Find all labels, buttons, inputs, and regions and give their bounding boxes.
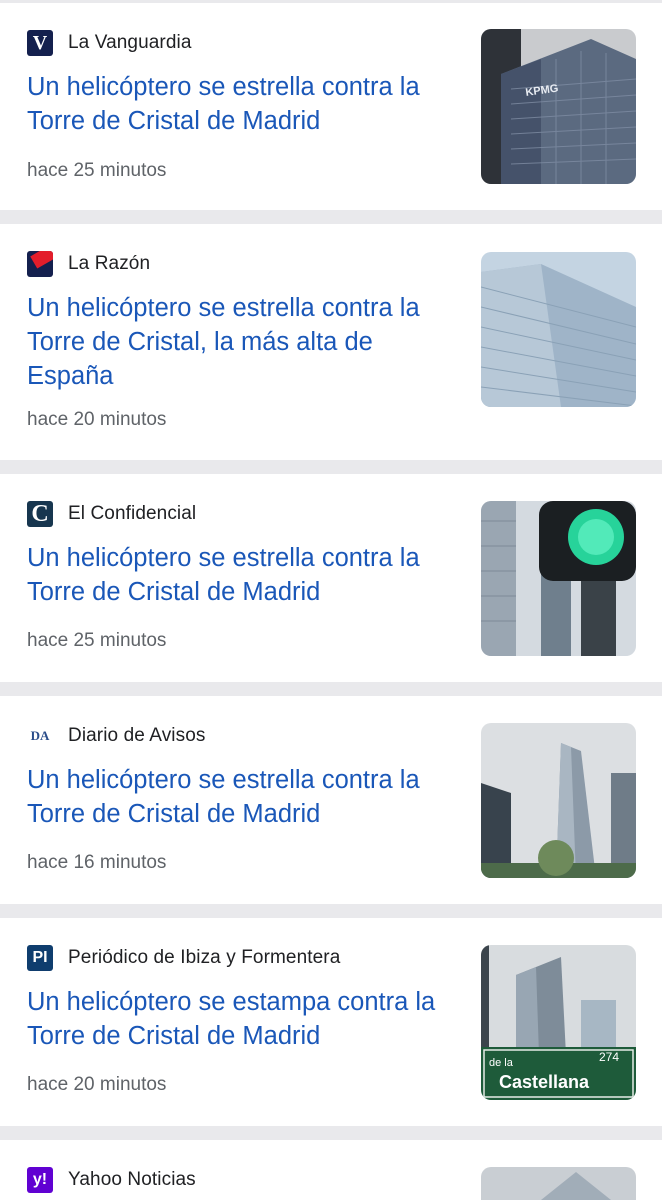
article-card[interactable]: DA Diario de Avisos Un helicóptero se es…: [0, 696, 662, 904]
article-card[interactable]: V La Vanguardia Un helicóptero se estrel…: [0, 3, 662, 210]
article-headline-link[interactable]: Un helicóptero se estampa contra la Torr…: [27, 985, 457, 1053]
source-name: La Razón: [68, 253, 151, 274]
source-name: La Vanguardia: [68, 32, 192, 53]
source-name: Yahoo Noticias: [68, 1169, 196, 1190]
source-name: El Confidencial: [68, 503, 197, 524]
article-thumbnail[interactable]: de la 274 Castellana: [481, 945, 636, 1100]
article-timestamp: hace 20 minutos: [27, 409, 167, 430]
svg-text:Castellana: Castellana: [499, 1072, 590, 1092]
source-row: C El Confidencial: [27, 501, 196, 527]
svg-text:274: 274: [599, 1050, 619, 1064]
article-headline-link[interactable]: Un helicóptero se estrella contra la Tor…: [27, 541, 457, 609]
article-headline-link[interactable]: Un helicóptero se estrella contra la Tor…: [27, 291, 457, 393]
source-row: V La Vanguardia: [27, 30, 192, 56]
la-razon-logo-icon: [27, 251, 53, 277]
article-card[interactable]: PI Periódico de Ibiza y Formentera Un he…: [0, 918, 662, 1126]
article-card[interactable]: y! Yahoo Noticias: [0, 1140, 662, 1200]
article-headline-link[interactable]: Un helicóptero se estrella contra la Tor…: [27, 763, 457, 831]
article-thumbnail[interactable]: KPMG: [481, 29, 636, 184]
source-row: y! Yahoo Noticias: [27, 1167, 196, 1193]
source-name: Periódico de Ibiza y Formentera: [68, 947, 341, 968]
article-thumbnail[interactable]: [481, 501, 636, 656]
article-thumbnail[interactable]: [481, 723, 636, 878]
article-card[interactable]: La Razón Un helicóptero se estrella cont…: [0, 224, 662, 460]
diario-de-avisos-logo-icon: DA: [27, 723, 53, 749]
tower-photo: [481, 1167, 636, 1200]
periodico-de-ibiza-logo-icon: PI: [27, 945, 53, 971]
article-timestamp: hace 20 minutos: [27, 1074, 167, 1095]
el-confidencial-logo-icon: C: [27, 501, 53, 527]
traffic-light-photo: [481, 501, 636, 656]
glass-tower-photo: [481, 252, 636, 407]
article-card[interactable]: C El Confidencial Un helicóptero se estr…: [0, 474, 662, 682]
yahoo-logo-icon: y!: [27, 1167, 53, 1193]
source-row: DA Diario de Avisos: [27, 723, 206, 749]
source-name: Diario de Avisos: [68, 725, 206, 746]
article-timestamp: hace 25 minutos: [27, 630, 167, 651]
kpmg-tower-photo: KPMG: [481, 29, 636, 184]
source-row: PI Periódico de Ibiza y Formentera: [27, 945, 340, 971]
article-timestamp: hace 16 minutos: [27, 852, 167, 873]
la-vanguardia-logo-icon: V: [27, 30, 53, 56]
article-thumbnail[interactable]: [481, 252, 636, 407]
source-row: La Razón: [27, 251, 150, 277]
castellana-street-sign-photo: de la 274 Castellana: [481, 945, 636, 1100]
madrid-towers-photo: [481, 723, 636, 878]
article-timestamp: hace 25 minutos: [27, 160, 167, 181]
article-thumbnail[interactable]: [481, 1167, 636, 1200]
article-headline-link[interactable]: Un helicóptero se estrella contra la Tor…: [27, 70, 457, 138]
svg-text:de la: de la: [489, 1057, 514, 1069]
